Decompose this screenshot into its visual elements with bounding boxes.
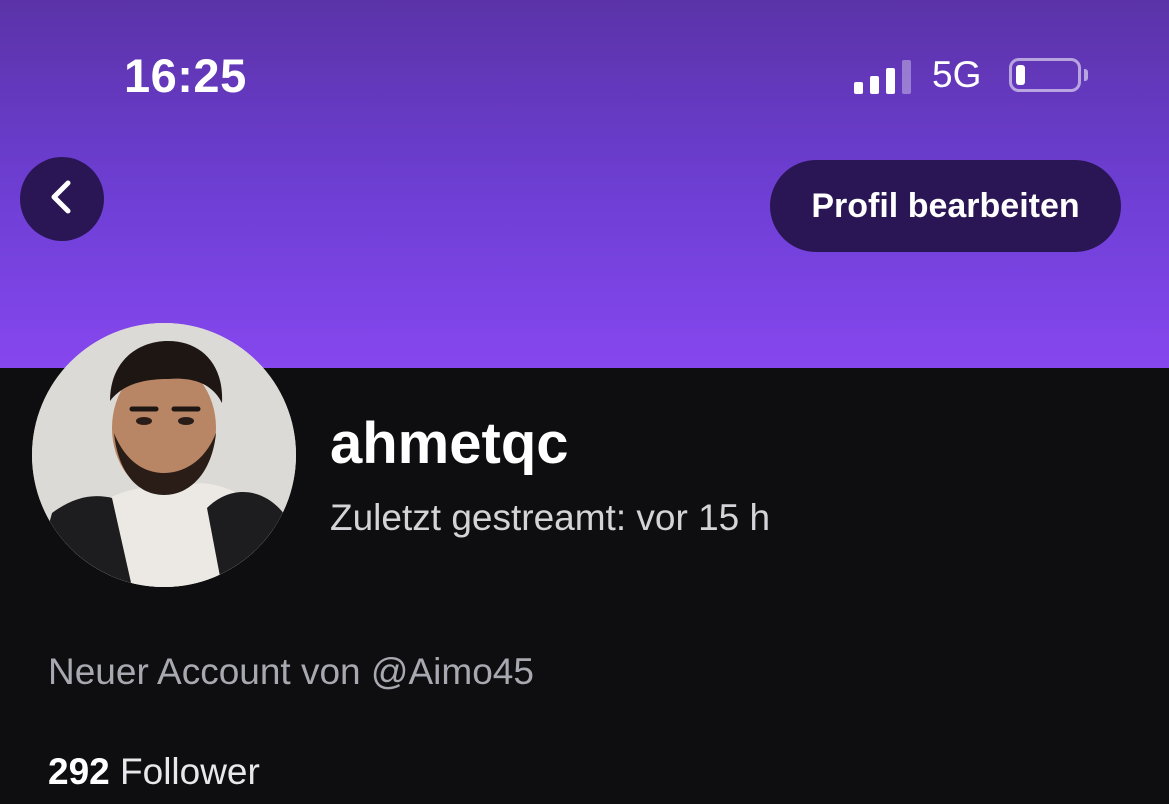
battery-icon: [1009, 58, 1081, 92]
avatar[interactable]: [32, 323, 296, 587]
signal-bar-2: [870, 76, 879, 94]
cellular-signal-icon: [854, 58, 914, 94]
network-type: 5G: [932, 54, 982, 95]
battery-tip: [1084, 69, 1088, 81]
edit-profile-button[interactable]: Profil bearbeiten: [770, 160, 1121, 252]
followers-count: 292: [48, 751, 110, 792]
followers-stat[interactable]: 292 Follower: [48, 751, 260, 793]
profile-screen: 16:25 5G Profil bearbeiten ahmetqc Zulet…: [0, 0, 1169, 804]
profile-bio: Neuer Account von @Aimo45: [48, 651, 534, 692]
avatar-photo: [32, 323, 296, 587]
followers-label: Follower: [120, 751, 260, 792]
signal-bar-4: [902, 60, 911, 94]
last-streamed-text: Zuletzt gestreamt: vor 15 h: [330, 497, 771, 538]
signal-bar-1: [854, 82, 863, 94]
chevron-left-icon: [42, 177, 82, 222]
status-time: 16:25: [124, 49, 247, 102]
back-button[interactable]: [20, 157, 104, 241]
battery-level: [1016, 65, 1025, 85]
username: ahmetqc: [330, 411, 569, 476]
signal-bar-3: [886, 68, 895, 94]
